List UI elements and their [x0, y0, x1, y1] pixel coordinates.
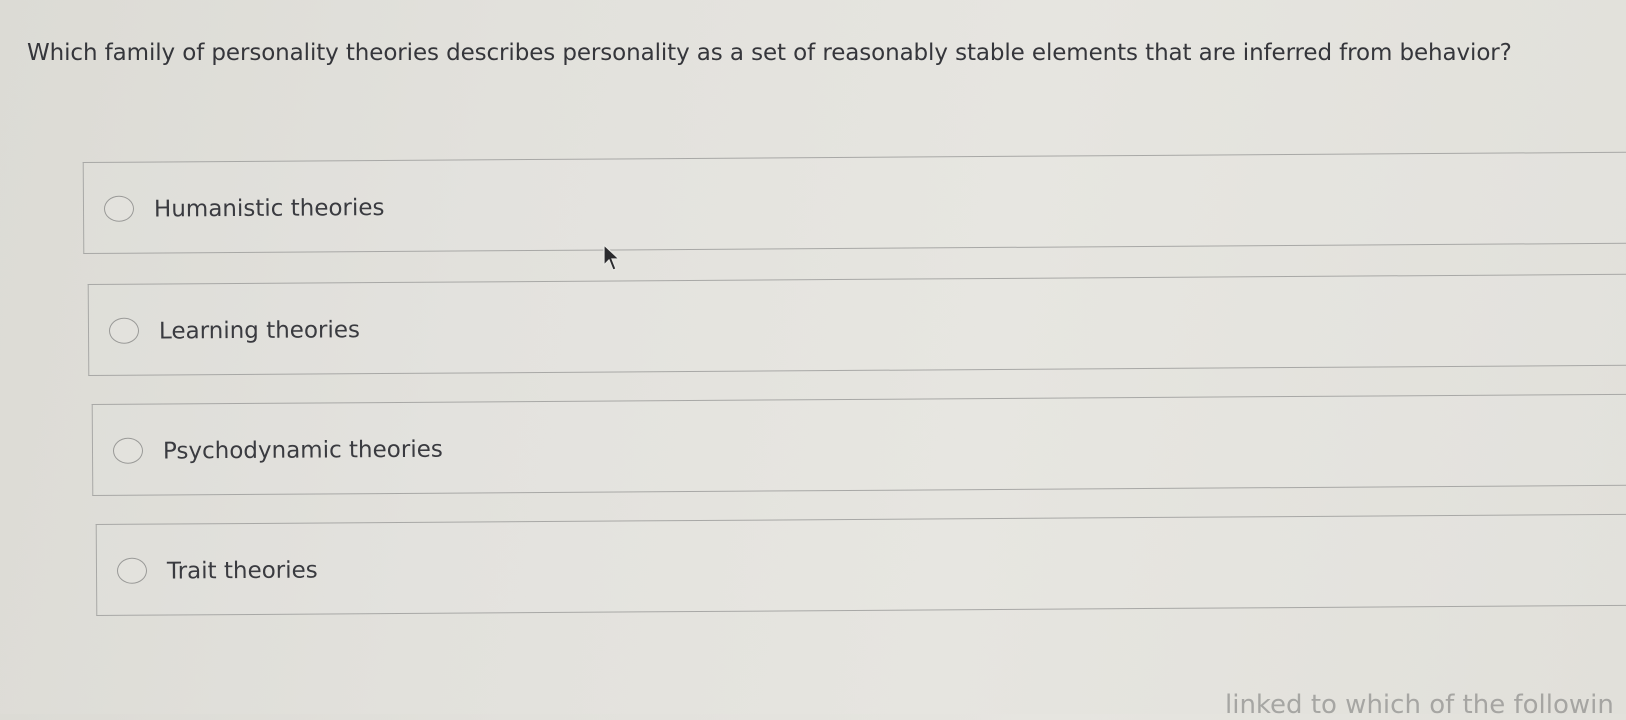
option-label: Learning theories [158, 317, 361, 345]
radio-button[interactable] [116, 557, 148, 584]
next-question-fragment: linked to which of the followin [1225, 690, 1614, 720]
option-label: Psychodynamic theories [162, 436, 443, 465]
radio-button[interactable] [103, 195, 135, 222]
mouse-pointer-icon [603, 244, 621, 271]
option-learning-theories[interactable]: Learning theories [87, 273, 1626, 376]
option-label: Humanistic theories [153, 195, 385, 223]
radio-button[interactable] [112, 437, 144, 464]
option-trait-theories[interactable]: Trait theories [95, 513, 1626, 616]
question-text: Which family of personality theories des… [27, 40, 1512, 66]
option-label: Trait theories [166, 557, 318, 585]
option-humanistic-theories[interactable]: Humanistic theories [82, 151, 1626, 254]
radio-button[interactable] [108, 317, 140, 344]
option-psychodynamic-theories[interactable]: Psychodynamic theories [91, 393, 1626, 496]
